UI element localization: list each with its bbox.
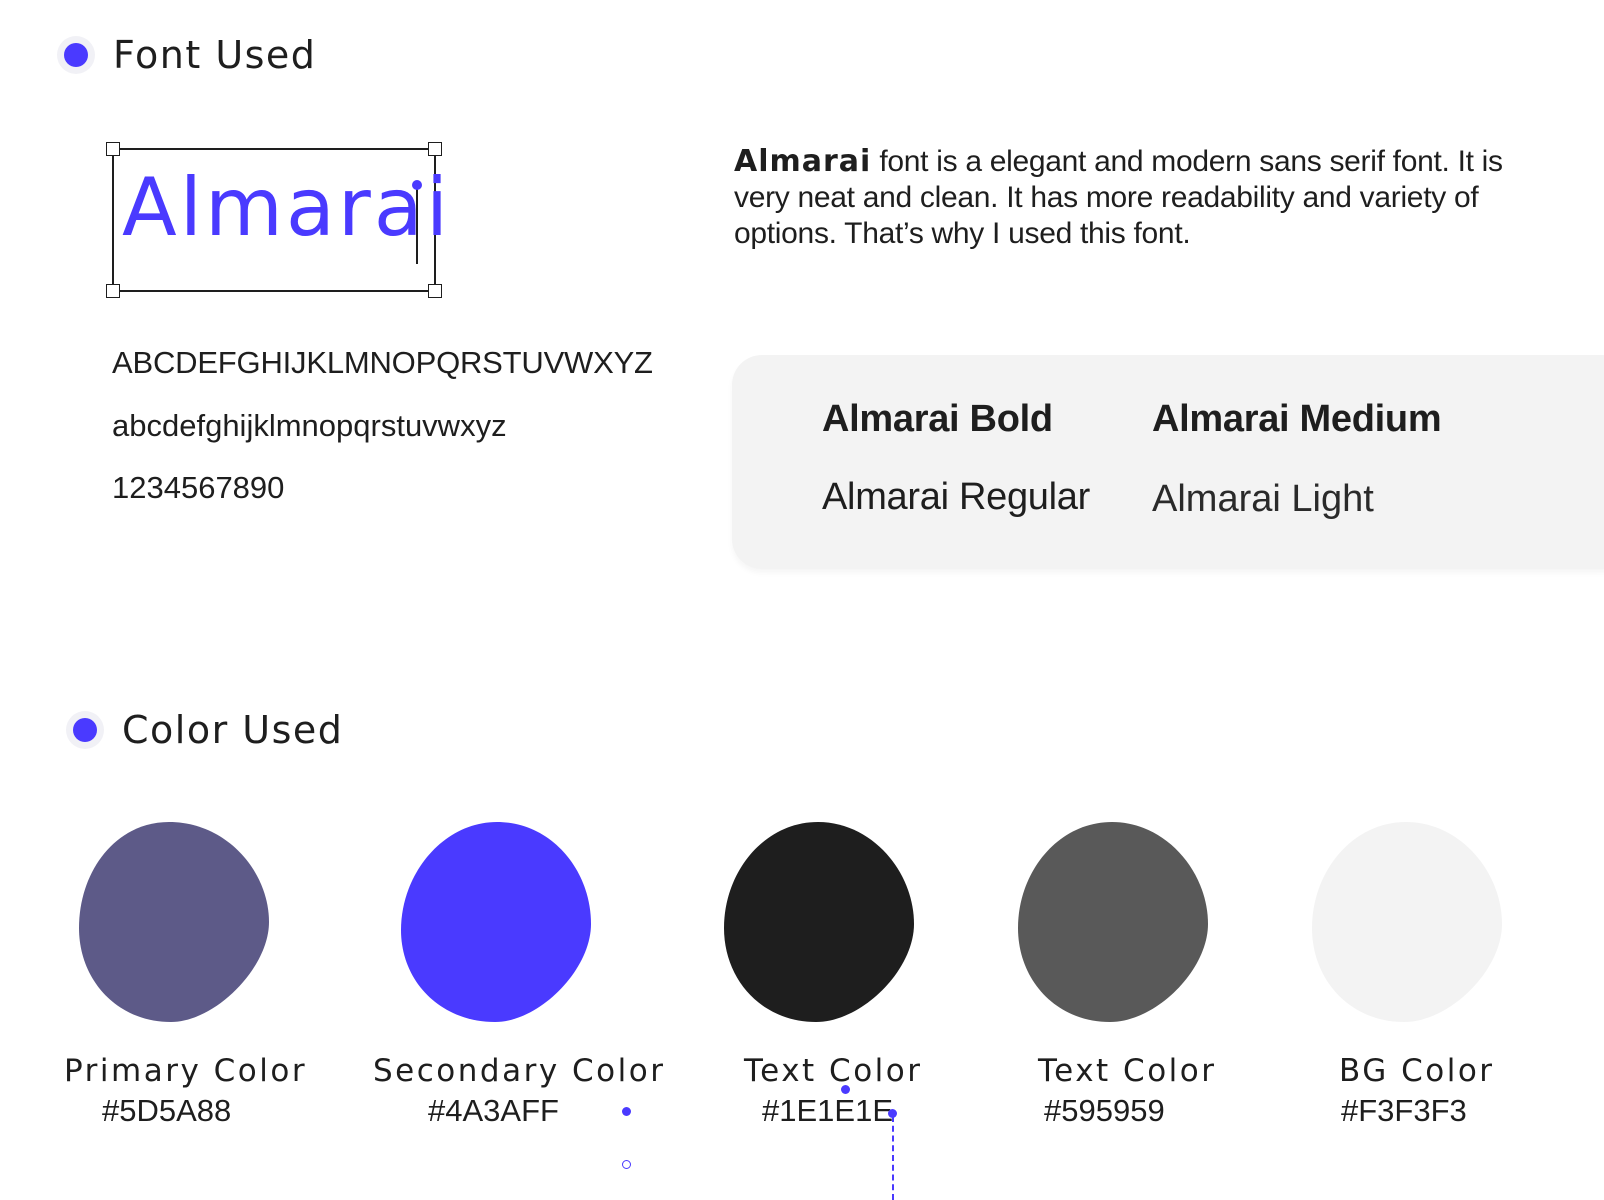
text-caret bbox=[416, 184, 418, 264]
swatch-text-dark[interactable] bbox=[722, 820, 916, 1024]
resize-handle-bottom-right[interactable] bbox=[428, 284, 442, 298]
resize-handle-bottom-left[interactable] bbox=[106, 284, 120, 298]
swatch-secondary[interactable] bbox=[399, 820, 593, 1024]
bullet-icon bbox=[66, 711, 104, 749]
swatch-primary[interactable] bbox=[77, 820, 271, 1024]
uppercase-alphabet: ABCDEFGHIJKLMNOPQRSTUVWXYZ bbox=[112, 345, 653, 380]
guide-dot-icon bbox=[622, 1107, 631, 1116]
color-blob-shape bbox=[401, 822, 591, 1022]
swatch-hex: #595959 bbox=[1044, 1093, 1165, 1128]
guide-dot-icon bbox=[841, 1085, 850, 1094]
color-blob-shape bbox=[1018, 822, 1208, 1022]
color-blob-shape bbox=[724, 822, 914, 1022]
swatch-label: BG Color bbox=[1339, 1053, 1495, 1089]
guide-ring-icon bbox=[622, 1160, 631, 1169]
swatch-text-gray[interactable] bbox=[1016, 820, 1210, 1024]
font-description-name: Almarai bbox=[734, 144, 872, 179]
font-weights-card bbox=[732, 355, 1604, 569]
weight-bold: Almarai Bold bbox=[822, 398, 1053, 440]
weight-medium: Almarai Medium bbox=[1152, 398, 1442, 440]
color-blob-shape bbox=[79, 822, 269, 1022]
font-section-title: Font Used bbox=[113, 33, 317, 77]
digits-row: 1234567890 bbox=[112, 470, 285, 505]
swatch-hex: #1E1E1E bbox=[762, 1093, 893, 1128]
color-section-title: Color Used bbox=[122, 708, 344, 752]
style-guide-page: Font Used Almarai ABCDEFGHIJKLMNOPQRSTUV… bbox=[0, 0, 1604, 1200]
caret-dot-icon bbox=[412, 180, 422, 190]
swatch-label: Primary Color bbox=[64, 1053, 308, 1089]
bullet-icon bbox=[57, 36, 95, 74]
resize-handle-top-right[interactable] bbox=[428, 142, 442, 156]
lowercase-alphabet: abcdefghijklmnopqrstuvwxyz bbox=[112, 408, 507, 443]
swatch-bg[interactable] bbox=[1310, 820, 1504, 1024]
swatch-label: Secondary Color bbox=[373, 1053, 666, 1089]
swatch-hex: #F3F3F3 bbox=[1341, 1093, 1467, 1128]
font-section-header: Font Used bbox=[57, 33, 316, 77]
font-specimen-box[interactable]: Almarai bbox=[106, 142, 448, 298]
weight-light: Almarai Light bbox=[1152, 478, 1374, 520]
swatch-hex: #5D5A88 bbox=[102, 1093, 232, 1128]
weight-regular: Almarai Regular bbox=[822, 476, 1090, 518]
font-specimen-text: Almarai bbox=[122, 161, 452, 254]
font-description: Almarai font is a elegant and modern san… bbox=[734, 144, 1504, 252]
color-section-header: Color Used bbox=[66, 708, 343, 752]
resize-handle-top-left[interactable] bbox=[106, 142, 120, 156]
swatch-hex: #4A3AFF bbox=[428, 1093, 559, 1128]
swatch-label: Text Color bbox=[1038, 1053, 1217, 1089]
swatch-label: Text Color bbox=[744, 1053, 923, 1089]
color-blob-shape bbox=[1312, 822, 1502, 1022]
guide-dashed-line bbox=[892, 1116, 894, 1200]
